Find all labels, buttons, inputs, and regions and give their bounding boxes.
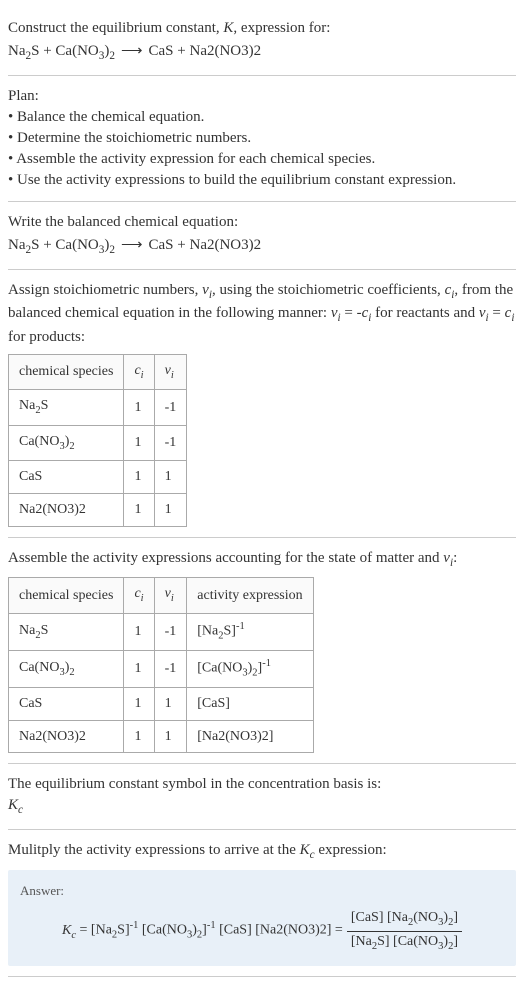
table-header: activity expression: [187, 578, 313, 613]
species-cell: CaS: [9, 688, 124, 721]
table-row: Ca(NO3)2 1 -1 [Ca(NO3)2]-1: [9, 651, 314, 688]
table-row: Na2S 1 -1 [Na2S]-1: [9, 613, 314, 650]
table-header: ci: [124, 355, 154, 390]
answer-box: Answer: Kc = [Na2S]-1 [Ca(NO3)2]-1 [CaS]…: [8, 870, 516, 966]
symbol-text: The equilibrium constant symbol in the c…: [8, 774, 516, 795]
table-row: CaS 1 1 [CaS]: [9, 688, 314, 721]
plan-heading: Plan:: [8, 86, 516, 107]
expr-cell: [Na2S]-1: [187, 613, 313, 650]
plan-item: Assemble the activity expression for eac…: [8, 149, 516, 170]
balanced-equation: Na2S + Ca(NO3)2⟶CaS + Na2(NO3)2: [8, 235, 516, 259]
table-row: Ca(NO3)2 1 -1: [9, 425, 187, 460]
answer-expression: Kc = [Na2S]-1 [Ca(NO3)2]-1 [CaS] [Na2(NO…: [20, 908, 504, 954]
plan-section: Plan: Balance the chemical equation. Det…: [8, 76, 516, 202]
intro-section: Construct the equilibrium constant, K, e…: [8, 8, 516, 76]
table-row: Na2(NO3)2 1 1: [9, 494, 187, 527]
c-cell: 1: [124, 425, 154, 460]
table-header: νi: [154, 355, 187, 390]
plan-item: Balance the chemical equation.: [8, 107, 516, 128]
species-cell: Ca(NO3)2: [9, 651, 124, 688]
v-cell: -1: [154, 425, 187, 460]
species-cell: Na2S: [9, 613, 124, 650]
stoich-table: chemical species ci νi Na2S 1 -1 Ca(NO3)…: [8, 354, 187, 527]
c-cell: 1: [124, 494, 154, 527]
v-cell: 1: [154, 720, 187, 753]
species-cell: Ca(NO3)2: [9, 425, 124, 460]
answer-label: Answer:: [20, 882, 504, 900]
v-cell: -1: [154, 613, 187, 650]
species-cell: Na2(NO3)2: [9, 720, 124, 753]
c-cell: 1: [124, 390, 154, 425]
stoich-section: Assign stoichiometric numbers, νi, using…: [8, 270, 516, 538]
c-cell: 1: [124, 651, 154, 688]
balanced-heading: Write the balanced chemical equation:: [8, 212, 516, 233]
table-header: ci: [124, 578, 154, 613]
multiply-section: Mulitply the activity expressions to arr…: [8, 830, 516, 977]
expr-cell: [CaS]: [187, 688, 313, 721]
intro-text: Construct the equilibrium constant, K, e…: [8, 18, 516, 39]
plan-item: Use the activity expressions to build th…: [8, 170, 516, 191]
c-cell: 1: [124, 461, 154, 494]
table-row: Na2(NO3)2 1 1 [Na2(NO3)2]: [9, 720, 314, 753]
expr-cell: [Ca(NO3)2]-1: [187, 651, 313, 688]
table-row: CaS 1 1: [9, 461, 187, 494]
v-cell: 1: [154, 688, 187, 721]
v-cell: 1: [154, 461, 187, 494]
table-header: νi: [154, 578, 187, 613]
v-cell: -1: [154, 390, 187, 425]
c-cell: 1: [124, 688, 154, 721]
species-cell: Na2(NO3)2: [9, 494, 124, 527]
activity-heading: Assemble the activity expressions accoun…: [8, 548, 516, 572]
table-row: Na2S 1 -1: [9, 390, 187, 425]
species-cell: CaS: [9, 461, 124, 494]
fraction-denominator: [Na2S] [Ca(NO3)2]: [347, 932, 462, 954]
fraction-numerator: [CaS] [Na2(NO3)2]: [347, 908, 462, 931]
c-cell: 1: [124, 720, 154, 753]
intro-equation: Na2S + Ca(NO3)2⟶CaS + Na2(NO3)2: [8, 41, 516, 65]
balanced-section: Write the balanced chemical equation: Na…: [8, 202, 516, 270]
stoich-text: Assign stoichiometric numbers, νi, using…: [8, 280, 516, 349]
table-header-row: chemical species ci νi: [9, 355, 187, 390]
plan-list: Balance the chemical equation. Determine…: [8, 107, 516, 191]
table-header: chemical species: [9, 355, 124, 390]
table-header: chemical species: [9, 578, 124, 613]
activity-table: chemical species ci νi activity expressi…: [8, 577, 314, 753]
expr-cell: [Na2(NO3)2]: [187, 720, 313, 753]
activity-section: Assemble the activity expressions accoun…: [8, 538, 516, 765]
symbol-value: Kc: [8, 795, 516, 819]
answer-fraction: [CaS] [Na2(NO3)2] [Na2S] [Ca(NO3)2]: [347, 908, 462, 954]
table-header-row: chemical species ci νi activity expressi…: [9, 578, 314, 613]
answer-lhs: Kc = [Na2S]-1 [Ca(NO3)2]-1 [CaS] [Na2(NO…: [62, 919, 343, 943]
multiply-heading: Mulitply the activity expressions to arr…: [8, 840, 516, 864]
symbol-section: The equilibrium constant symbol in the c…: [8, 764, 516, 830]
c-cell: 1: [124, 613, 154, 650]
species-cell: Na2S: [9, 390, 124, 425]
plan-item: Determine the stoichiometric numbers.: [8, 128, 516, 149]
v-cell: -1: [154, 651, 187, 688]
v-cell: 1: [154, 494, 187, 527]
